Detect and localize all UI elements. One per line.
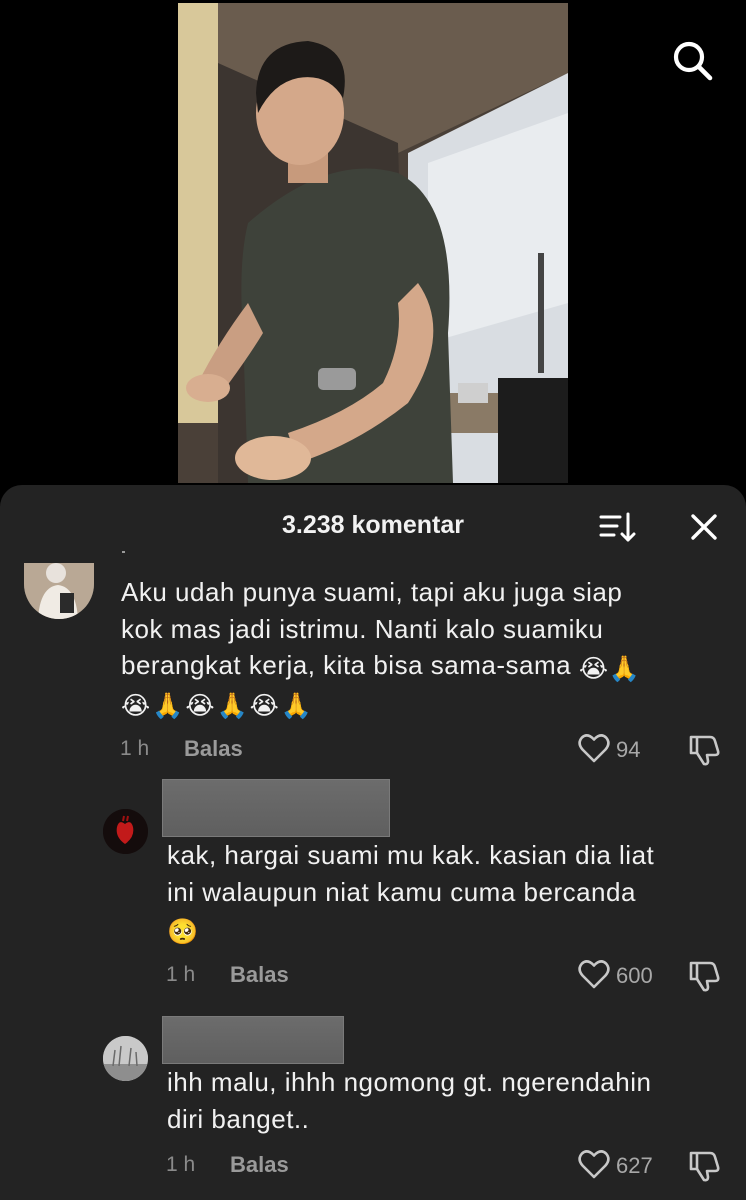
avatar[interactable] [24, 563, 94, 619]
like-button[interactable]: 600 [578, 959, 668, 993]
video-frame[interactable] [178, 3, 568, 483]
dislike-button[interactable] [688, 733, 722, 767]
thumbs-down-icon [689, 1151, 720, 1182]
emoji-group: 🥺 [167, 918, 199, 946]
emoji-group: 😭🙏😭🙏😭🙏 [121, 691, 315, 720]
heart-icon [578, 734, 610, 763]
thumbs-down-icon [689, 735, 720, 766]
comment-text: ihh malu, ihhh ngomong gt. ngerendahin d… [167, 1067, 652, 1134]
like-count: 94 [616, 737, 641, 762]
redacted-username [162, 1016, 344, 1064]
thumbs-down-icon [689, 961, 720, 992]
heart-icon [578, 1150, 610, 1179]
reply-comment-item: kak, hargai suami mu kak. kasian dia lia… [0, 775, 746, 995]
comment-time: 1 h [120, 737, 150, 760]
like-count: 600 [616, 963, 653, 988]
reply-button[interactable]: Balas [184, 736, 243, 762]
comments-sheet: 3.238 komentar Aku udah punya suami, tap… [0, 485, 746, 1200]
search-button[interactable] [668, 38, 716, 82]
avatar[interactable] [103, 809, 148, 854]
comment-text: Aku udah punya suami, tapi aku juga siap… [121, 577, 641, 720]
dislike-button[interactable] [688, 1149, 722, 1183]
redacted-username [162, 779, 390, 837]
comment-time: 1 h [166, 963, 196, 986]
username-fragment [122, 551, 125, 553]
comment-text: kak, hargai suami mu kak. kasian dia lia… [167, 840, 655, 946]
comment-item: Aku udah punya suami, tapi aku juga siap… [0, 485, 746, 766]
like-button[interactable]: 94 [578, 733, 658, 767]
search-icon [673, 41, 713, 81]
like-button[interactable]: 627 [578, 1149, 668, 1183]
dislike-button[interactable] [688, 959, 722, 993]
avatar[interactable] [103, 1036, 148, 1081]
reply-button[interactable]: Balas [230, 962, 289, 988]
emoji-group: 😭🙏 [578, 655, 641, 683]
heart-icon [578, 960, 610, 989]
like-count: 627 [616, 1153, 653, 1178]
video-player[interactable] [0, 0, 746, 500]
reply-comment-item: ihh malu, ihhh ngomong gt. ngerendahin d… [0, 1015, 746, 1200]
comment-time: 1 h [166, 1153, 196, 1176]
reply-button[interactable]: Balas [230, 1152, 289, 1178]
